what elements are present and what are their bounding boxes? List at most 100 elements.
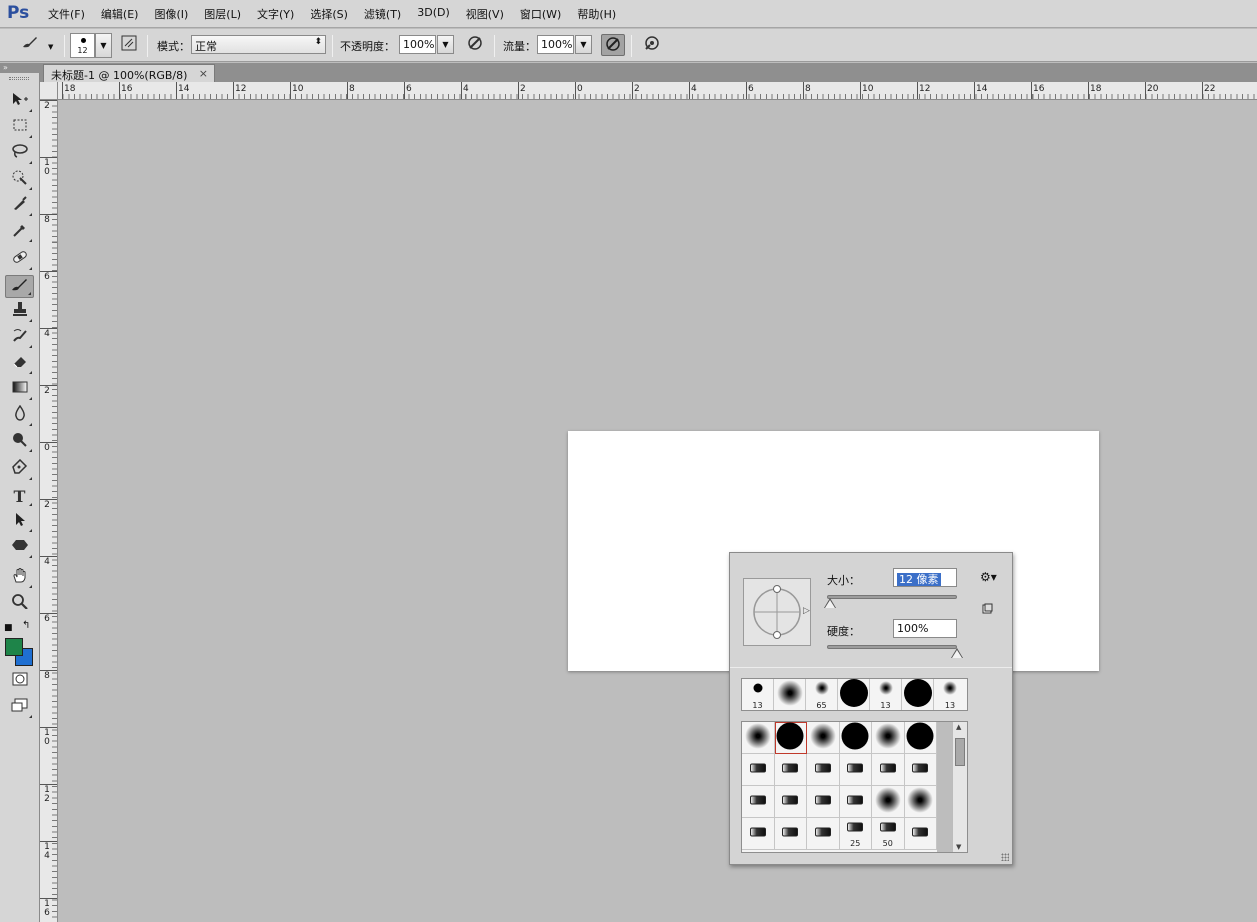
recent-brush[interactable] (774, 679, 806, 710)
scroll-down-arrow-icon[interactable]: ▼ (956, 843, 961, 851)
toolbox-grip[interactable] (9, 77, 29, 80)
opacity-dropdown[interactable]: ▼ (437, 35, 454, 54)
preset-brush[interactable] (904, 722, 937, 754)
menu-item[interactable]: 文件(F) (40, 6, 93, 22)
history-brush-tool[interactable] (5, 327, 34, 350)
preset-scrollbar[interactable]: ▲ ▼ (952, 722, 967, 852)
preset-brush[interactable]: 25 (839, 818, 872, 850)
recent-brush[interactable]: 13 (742, 679, 774, 710)
menu-item[interactable]: 选择(S) (302, 6, 356, 22)
opacity-input[interactable]: 100% (399, 35, 436, 54)
preset-brush[interactable] (742, 754, 775, 786)
menu-item[interactable]: 3D(D) (409, 6, 458, 22)
menu-item[interactable]: 文字(Y) (249, 6, 302, 22)
brush-angle-preview[interactable] (743, 578, 811, 646)
preset-brush[interactable] (742, 818, 775, 850)
menu-item[interactable]: 帮助(H) (569, 6, 624, 22)
brush-size-picker[interactable]: 12 (70, 33, 95, 58)
pressure-size-button[interactable] (640, 34, 664, 56)
recent-brush[interactable]: 13 (934, 679, 966, 710)
preset-brush[interactable] (872, 754, 905, 786)
menu-item[interactable]: 视图(V) (458, 6, 512, 22)
vertical-ruler[interactable]: 2 1 0 8 6 4 2 0 2 4 6 8 1 0 1 2 1 4 1 6 (40, 100, 58, 922)
horizontal-ruler[interactable]: 18 16 14 12 10 8 6 4 2 0 2 4 6 8 10 12 14 16 18 20 22 (40, 82, 1257, 100)
swap-colors-icon[interactable]: ↰ (22, 620, 30, 631)
preset-brush[interactable] (904, 786, 937, 818)
default-colors-icon[interactable]: ■ (4, 623, 13, 633)
preset-brush[interactable] (807, 722, 840, 754)
recent-brush[interactable]: 13 (870, 679, 902, 710)
preset-brush[interactable] (774, 818, 807, 850)
menu-item[interactable]: 编辑(E) (93, 6, 147, 22)
gradient-tool[interactable] (5, 379, 34, 402)
marquee-tool[interactable] (5, 117, 34, 140)
preset-brush[interactable] (742, 786, 775, 818)
clone-stamp-tool[interactable] (5, 301, 34, 324)
document-tab[interactable]: 未标题-1 @ 100%(RGB/8) × (43, 64, 215, 82)
close-tab-icon[interactable]: × (199, 67, 208, 80)
preset-brush[interactable] (807, 754, 840, 786)
path-selection-tool[interactable] (5, 511, 34, 534)
blur-tool[interactable] (5, 404, 34, 428)
angle-handle-icon[interactable]: ▷ (803, 606, 810, 616)
hand-tool[interactable] (5, 567, 34, 590)
flow-dropdown[interactable]: ▼ (575, 35, 592, 54)
zoom-tool[interactable] (5, 593, 34, 616)
scrollbar-thumb[interactable] (955, 738, 965, 766)
brush-picker-dropdown[interactable]: ▼ (95, 33, 112, 58)
lasso-tool[interactable] (5, 143, 34, 166)
quick-selection-tool[interactable] (5, 169, 34, 192)
menu-item[interactable]: 窗口(W) (512, 6, 569, 22)
preset-brush[interactable] (807, 818, 840, 850)
scroll-up-arrow-icon[interactable]: ▲ (956, 723, 961, 731)
size-input[interactable]: 12 像素 (893, 568, 957, 587)
hardness-slider[interactable] (827, 645, 957, 649)
menu-item[interactable]: 滤镜(T) (356, 6, 409, 22)
preset-brush[interactable] (807, 786, 840, 818)
preset-brush[interactable] (742, 722, 775, 754)
toolbox-collapse-button[interactable]: » (0, 63, 40, 73)
size-slider[interactable] (827, 595, 957, 599)
preset-brush[interactable] (872, 722, 905, 754)
toggle-brush-panel-button[interactable] (117, 34, 141, 56)
preset-brush[interactable] (904, 754, 937, 786)
preset-brush[interactable] (904, 818, 937, 850)
preset-brush[interactable] (774, 786, 807, 818)
preset-brush[interactable] (839, 786, 872, 818)
airbrush-toggle-button[interactable] (601, 34, 625, 56)
gear-icon[interactable]: ⚙▾ (980, 570, 997, 584)
type-tool[interactable]: T (5, 485, 34, 508)
preset-brush[interactable] (774, 722, 807, 754)
screen-mode-button[interactable] (5, 697, 34, 720)
size-slider-handle[interactable] (824, 600, 835, 608)
pen-tool[interactable] (5, 458, 34, 482)
preset-brush[interactable]: 50 (872, 818, 905, 850)
flow-input[interactable]: 100% (537, 35, 574, 54)
menu-item[interactable]: 图层(L) (196, 6, 249, 22)
preset-brush[interactable] (872, 786, 905, 818)
recent-brush[interactable] (902, 678, 934, 710)
healing-brush-tool[interactable] (5, 249, 34, 272)
recent-brush[interactable] (838, 678, 870, 710)
shape-tool[interactable] (5, 537, 34, 560)
eraser-tool[interactable] (5, 353, 34, 376)
pressure-opacity-button[interactable] (463, 34, 487, 56)
ruler-origin[interactable] (40, 82, 58, 100)
menu-item[interactable]: 图像(I) (146, 6, 196, 22)
resize-grip-icon[interactable] (1001, 853, 1009, 861)
preset-brush[interactable] (839, 722, 872, 754)
brush-tool-preset-button[interactable] (18, 34, 42, 56)
hardness-slider-handle[interactable] (952, 650, 962, 658)
crop-tool[interactable] (5, 195, 34, 218)
blend-mode-select[interactable]: 正常 ⬍ (191, 35, 326, 54)
dodge-tool[interactable] (5, 431, 34, 454)
foreground-color-swatch[interactable] (5, 638, 23, 656)
recent-brush[interactable]: 65 (806, 679, 838, 710)
hardness-input[interactable]: 100% (893, 619, 957, 638)
quick-mask-button[interactable] (5, 671, 34, 694)
preset-brush[interactable] (839, 754, 872, 786)
preset-dropdown-arrow[interactable]: ▼ (48, 43, 53, 51)
preset-brush[interactable] (774, 754, 807, 786)
new-preset-icon[interactable] (982, 603, 993, 617)
eyedropper-tool[interactable] (5, 221, 34, 244)
